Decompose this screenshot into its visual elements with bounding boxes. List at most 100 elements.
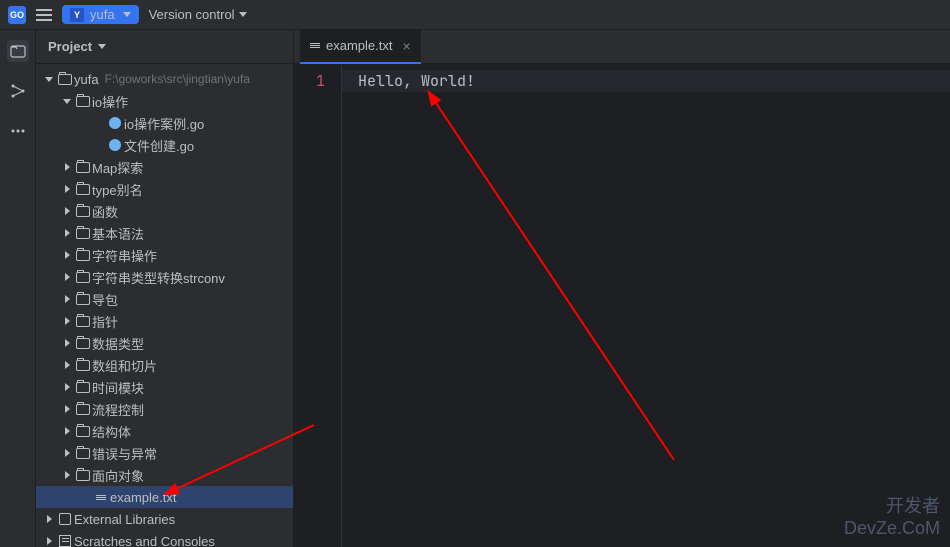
tree-folder[interactable]: 导包 — [36, 288, 293, 310]
project-panel-header[interactable]: Project — [36, 30, 293, 64]
more-tool-button[interactable] — [7, 120, 29, 142]
project-tree[interactable]: yufa F:\goworks\src\jingtian\yufa io操作 i… — [36, 64, 293, 547]
tree-root-path: F:\goworks\src\jingtian\yufa — [105, 72, 250, 86]
tree-item-label: io操作案例.go — [124, 114, 204, 133]
text-file-icon — [92, 495, 110, 500]
expand-arrow-icon[interactable] — [42, 515, 56, 523]
folder-icon — [74, 426, 92, 437]
tree-item-label: 数组和切片 — [92, 356, 157, 375]
tree-folder[interactable]: 数据类型 — [36, 332, 293, 354]
folder-icon — [74, 250, 92, 261]
expand-arrow-icon[interactable] — [60, 185, 74, 193]
close-tab-icon[interactable]: × — [402, 38, 410, 54]
text-file-icon — [310, 43, 320, 48]
tree-file-example[interactable]: example.txt — [36, 486, 293, 508]
tree-file[interactable]: io操作案例.go — [36, 112, 293, 134]
editor-tab-example[interactable]: example.txt × — [300, 30, 421, 64]
expand-arrow-icon[interactable] — [60, 295, 74, 303]
folder-icon — [74, 294, 92, 305]
vcs-label: Version control — [149, 7, 235, 22]
expand-arrow-icon[interactable] — [60, 361, 74, 369]
project-selector[interactable]: Y yufa — [62, 5, 139, 24]
library-icon — [56, 513, 74, 525]
project-name: yufa — [90, 7, 115, 22]
expand-arrow-icon[interactable] — [60, 229, 74, 237]
tree-folder[interactable]: 字符串操作 — [36, 244, 293, 266]
structure-tool-button[interactable] — [7, 80, 29, 102]
expand-arrow-icon[interactable] — [60, 251, 74, 259]
editor-area[interactable]: 1 Hello, World! — [294, 64, 950, 547]
expand-arrow-icon[interactable] — [42, 537, 56, 545]
folder-icon — [74, 404, 92, 415]
expand-arrow-icon[interactable] — [60, 163, 74, 171]
expand-arrow-icon[interactable] — [60, 427, 74, 435]
tab-label: example.txt — [326, 38, 392, 53]
tree-folder[interactable]: 结构体 — [36, 420, 293, 442]
folder-icon — [56, 74, 74, 85]
main-menu-button[interactable] — [36, 9, 52, 21]
folder-icon — [74, 448, 92, 459]
expand-arrow-icon[interactable] — [60, 339, 74, 347]
tree-item-label: Scratches and Consoles — [74, 534, 215, 547]
tree-item-label: 函数 — [92, 202, 118, 221]
go-file-icon — [106, 139, 124, 151]
expand-arrow-icon[interactable] — [60, 273, 74, 281]
tree-folder[interactable]: 字符串类型转换strconv — [36, 266, 293, 288]
line-number: 1 — [294, 70, 325, 92]
ide-logo: GO — [8, 6, 26, 24]
tree-item-label: 时间模块 — [92, 378, 144, 397]
chevron-down-icon — [98, 44, 106, 49]
tree-folder[interactable]: Map探索 — [36, 156, 293, 178]
expand-arrow-icon[interactable] — [60, 405, 74, 413]
folder-icon — [74, 316, 92, 327]
gutter: 1 — [294, 64, 342, 547]
folder-icon — [74, 272, 92, 283]
go-file-icon — [106, 117, 124, 129]
tree-folder[interactable]: 指针 — [36, 310, 293, 332]
tree-file[interactable]: 文件创建.go — [36, 134, 293, 156]
folder-icon — [74, 338, 92, 349]
tree-item-label: 流程控制 — [92, 400, 144, 419]
vcs-menu[interactable]: Version control — [149, 7, 247, 22]
expand-arrow-icon[interactable] — [60, 449, 74, 457]
tree-folder[interactable]: 流程控制 — [36, 398, 293, 420]
folder-icon — [74, 96, 92, 107]
tree-item-label: Map探索 — [92, 158, 143, 177]
tree-root[interactable]: yufa F:\goworks\src\jingtian\yufa — [36, 68, 293, 90]
tree-folder[interactable]: 错误与异常 — [36, 442, 293, 464]
folder-icon — [74, 184, 92, 195]
tree-item-label: 数据类型 — [92, 334, 144, 353]
chevron-down-icon — [239, 12, 247, 17]
tree-folder[interactable]: type别名 — [36, 178, 293, 200]
expand-arrow-icon[interactable] — [60, 471, 74, 479]
expand-arrow-icon[interactable] — [60, 99, 74, 104]
project-tool-button[interactable] — [7, 40, 29, 62]
project-panel-title: Project — [48, 39, 92, 54]
watermark: 开发者 DevZe.CoM — [844, 492, 940, 539]
tree-external-libraries[interactable]: External Libraries — [36, 508, 293, 530]
tree-folder[interactable]: 时间模块 — [36, 376, 293, 398]
project-badge-icon: Y — [70, 8, 84, 22]
tree-folder[interactable]: 基本语法 — [36, 222, 293, 244]
tree-scratches[interactable]: Scratches and Consoles — [36, 530, 293, 547]
chevron-down-icon — [123, 12, 131, 17]
code-line: Hello, World! — [358, 70, 950, 92]
tree-root-label: yufa — [74, 72, 99, 87]
expand-arrow-icon[interactable] — [60, 207, 74, 215]
tree-folder[interactable]: 函数 — [36, 200, 293, 222]
tree-item-label: example.txt — [110, 490, 176, 505]
tree-item-label: io操作 — [92, 92, 128, 111]
tree-item-label: 错误与异常 — [92, 444, 157, 463]
expand-arrow-icon[interactable] — [60, 383, 74, 391]
tree-folder[interactable]: 面向对象 — [36, 464, 293, 486]
tree-item-label: 面向对象 — [92, 466, 144, 485]
tree-item-label: 字符串类型转换strconv — [92, 268, 225, 287]
folder-icon — [74, 162, 92, 173]
expand-arrow-icon[interactable] — [42, 77, 56, 82]
tree-folder[interactable]: 数组和切片 — [36, 354, 293, 376]
tree-item-label: 指针 — [92, 312, 118, 331]
expand-arrow-icon[interactable] — [60, 317, 74, 325]
folder-icon — [74, 228, 92, 239]
tree-folder-io[interactable]: io操作 — [36, 90, 293, 112]
tree-item-label: 字符串操作 — [92, 246, 157, 265]
